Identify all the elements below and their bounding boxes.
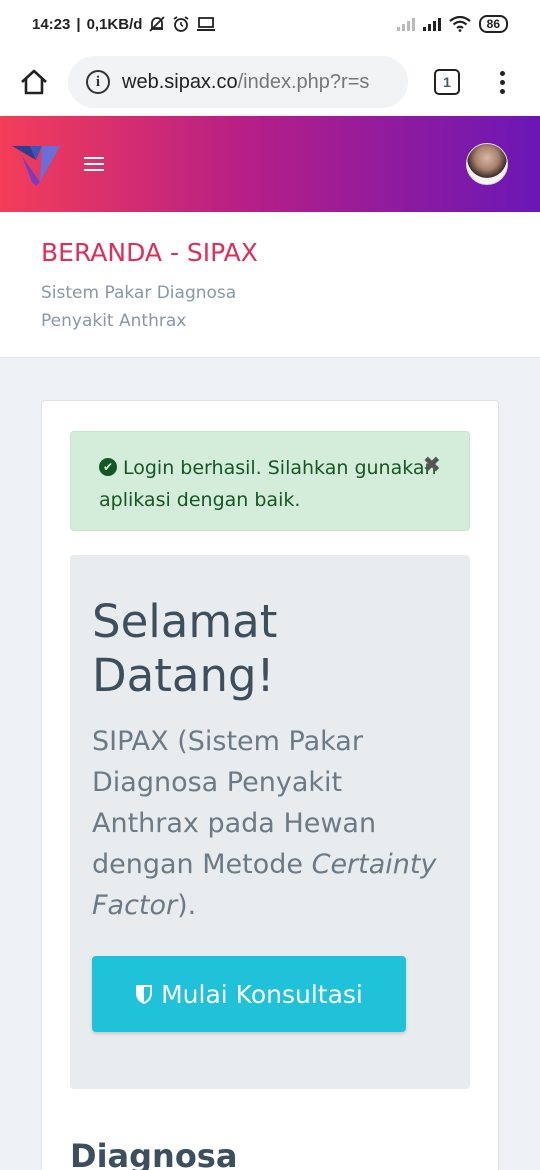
info-icon[interactable]: i bbox=[86, 70, 110, 94]
url-host: web.sipax.co bbox=[122, 70, 238, 93]
wifi-icon bbox=[448, 16, 471, 32]
tab-switcher-button[interactable]: 1 bbox=[434, 69, 460, 95]
home-icon bbox=[21, 69, 47, 95]
close-icon[interactable]: ✖ bbox=[423, 450, 441, 482]
status-network-speed: 0,1KB/d bbox=[86, 15, 143, 33]
start-consultation-label: Mulai Konsultasi bbox=[161, 979, 363, 1009]
page-title: BERANDA - SIPAX bbox=[41, 238, 258, 267]
shield-icon bbox=[136, 985, 153, 1004]
more-menu-button[interactable] bbox=[500, 70, 505, 94]
welcome-description: SIPAX (Sistem Pakar Diagnosa Penyakit An… bbox=[92, 721, 452, 926]
main-card: ✔ Login berhasil. Silahkan gunakan aplika… bbox=[41, 400, 499, 1170]
status-time: 14:23 bbox=[32, 15, 71, 33]
signal-strong-icon bbox=[422, 17, 441, 31]
status-bar: 14:23 | 0,1KB/d 86 bbox=[0, 0, 540, 48]
browser-toolbar: i web.sipax.co/index.php?r=s 1 bbox=[0, 48, 540, 116]
app-header bbox=[0, 116, 540, 212]
laptop-icon bbox=[197, 17, 216, 31]
page-header: BERANDA - SIPAX Sistem Pakar Diagnosa Pe… bbox=[0, 212, 540, 358]
start-consultation-button[interactable]: Mulai Konsultasi bbox=[92, 956, 406, 1032]
address-bar[interactable]: i web.sipax.co/index.php?r=s bbox=[68, 56, 408, 108]
welcome-jumbotron: Selamat Datang! SIPAX (Sistem Pakar Diag… bbox=[70, 555, 470, 1089]
success-alert: ✔ Login berhasil. Silahkan gunakan aplika… bbox=[70, 431, 470, 531]
diagnosa-heading: Diagnosa bbox=[70, 1137, 238, 1170]
signal-weak-icon bbox=[396, 17, 415, 31]
logo-icon[interactable] bbox=[12, 142, 60, 186]
url-path: /index.php?r=s bbox=[237, 70, 370, 93]
page-subtitle: Sistem Pakar Diagnosa Penyakit Anthrax bbox=[41, 283, 237, 331]
lead-end: ). bbox=[177, 890, 197, 921]
hamburger-menu-icon[interactable] bbox=[84, 157, 104, 171]
welcome-heading: Selamat Datang! bbox=[92, 595, 278, 702]
check-circle-icon: ✔ bbox=[99, 457, 117, 476]
url-text[interactable]: web.sipax.co/index.php?r=s bbox=[122, 71, 369, 94]
alert-message: Login berhasil. Silahkan gunakan aplikas… bbox=[99, 457, 437, 511]
bell-off-icon bbox=[149, 16, 166, 32]
status-separator: | bbox=[76, 15, 81, 33]
avatar[interactable] bbox=[466, 143, 508, 185]
home-button[interactable] bbox=[18, 66, 50, 98]
alarm-icon bbox=[173, 16, 189, 32]
battery-indicator: 86 bbox=[478, 15, 508, 33]
